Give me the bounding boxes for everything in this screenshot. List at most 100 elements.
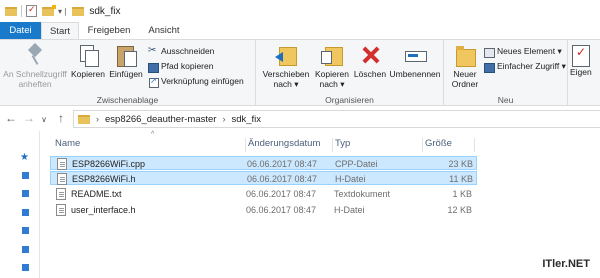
file-name: README.txt (71, 189, 122, 199)
shortcut-icon (148, 75, 159, 88)
copy-label: Kopieren (70, 69, 106, 79)
copy-button[interactable]: Kopieren (70, 43, 106, 79)
file-type: Textdokument (334, 189, 391, 199)
new-folder-label-line1: Neuer (453, 69, 477, 79)
quick-access-star-icon[interactable]: ★ (20, 152, 29, 163)
cut-label: Ausschneiden (161, 46, 215, 56)
easy-access-button[interactable]: Einfacher Zugriff ▾ (484, 61, 566, 73)
copy-to-label-line1: Kopieren (314, 69, 350, 79)
new-item-button[interactable]: Neues Element ▾ (484, 46, 562, 58)
recent-locations-chevron-icon[interactable]: ∨ (39, 114, 49, 126)
file-size: 11 KB (449, 174, 473, 184)
pin-label-line2: anheften (18, 79, 52, 89)
file-row[interactable]: ESP8266WiFi.cpp 06.06.2017 08:47 CPP-Dat… (50, 156, 477, 170)
breadcrumb-chevron-icon[interactable]: › (222, 114, 225, 124)
group-title-clipboard: Zwischenablage (96, 95, 159, 105)
new-item-icon (484, 47, 495, 58)
move-to-label-line2: nach ▾ (273, 79, 299, 89)
new-folder-button[interactable]: Neuer Ordner (448, 43, 482, 89)
file-row[interactable]: ESP8266WiFi.h 06.06.2017 08:47 H-Datei 1… (50, 171, 477, 185)
file-row[interactable]: README.txt 06.06.2017 08:47 Textdokument… (50, 187, 477, 201)
delete-label: Löschen (353, 69, 387, 79)
breadcrumb-segment[interactable]: esp8266_deauther-master (105, 114, 216, 125)
copy-to-button[interactable]: Kopieren nach ▾ (312, 43, 352, 89)
easy-access-icon (484, 62, 495, 73)
file-type: H-Datei (334, 205, 365, 215)
properties-icon[interactable] (26, 4, 37, 17)
group-title-new: Neu (497, 95, 514, 105)
file-name: user_interface.h (71, 205, 136, 215)
properties-button[interactable]: Eigen (570, 43, 600, 77)
cut-button[interactable]: Ausschneiden (148, 45, 215, 57)
pin-icon (24, 43, 46, 67)
nav-item-icon[interactable] (22, 264, 29, 271)
navigation-pane: ★ (0, 131, 40, 278)
easy-access-label: Einfacher Zugriff ▾ (497, 61, 566, 71)
new-folder-label-line2: Ordner (451, 79, 479, 89)
copy-path-label: Pfad kopieren (161, 61, 214, 71)
address-bar-row: ← → ∨ ↑ › esp8266_deauther-master › sdk_… (0, 106, 600, 131)
file-row[interactable]: user_interface.h 06.06.2017 08:47 H-Date… (50, 203, 477, 217)
nav-item-icon[interactable] (22, 190, 29, 197)
file-icon (56, 204, 66, 216)
tab-freigeben[interactable]: Freigeben (84, 22, 134, 39)
copy-path-button[interactable]: Pfad kopieren (148, 61, 214, 73)
sort-indicator-icon: ^ (151, 131, 155, 138)
address-bar[interactable]: › esp8266_deauther-master › sdk_fix (73, 110, 600, 128)
column-header-size[interactable]: Größe (423, 138, 475, 152)
file-type: H-Datei (335, 174, 366, 184)
ribbon-group-open: Eigen (568, 40, 600, 106)
group-title-organize: Organisieren (325, 95, 374, 105)
back-arrow-icon[interactable]: ← (4, 112, 18, 124)
pin-quick-access-button[interactable]: An Schnellzugriff anheften (2, 43, 68, 89)
file-date: 06.06.2017 08:47 (247, 159, 318, 169)
file-size: 12 KB (447, 205, 472, 215)
paste-label: Einfügen (109, 69, 143, 79)
ribbon-tabs: Datei Start Freigeben Ansicht (0, 22, 600, 40)
nav-item-icon[interactable] (22, 246, 29, 253)
title-bar: ▾ | sdk_fix (0, 0, 600, 22)
scissors-icon (148, 45, 158, 57)
ribbon: An Schnellzugriff anheften Kopieren Einf… (0, 39, 600, 106)
paste-shortcut-label: Verknüpfung einfügen (161, 76, 244, 86)
tab-datei[interactable]: Datei (0, 22, 41, 39)
move-to-label-line1: Verschieben (262, 69, 310, 79)
file-size: 1 KB (452, 189, 472, 199)
move-to-button[interactable]: Verschieben nach ▾ (260, 43, 312, 89)
ribbon-group-new: Neuer Ordner Neues Element ▾ Einfacher Z… (444, 40, 568, 106)
nav-item-icon[interactable] (22, 209, 29, 216)
file-name: ESP8266WiFi.h (72, 174, 136, 184)
folder-icon (72, 6, 85, 16)
quick-access-dropdown-icon[interactable]: ▾ | (58, 7, 66, 16)
ribbon-group-organize: Verschieben nach ▾ Kopieren nach ▾ Lösch… (256, 40, 444, 106)
new-folder-icon[interactable] (42, 4, 56, 16)
paste-icon (115, 43, 137, 67)
rename-label: Umbenennen (389, 69, 441, 79)
column-header-name[interactable]: Name (53, 138, 246, 152)
tab-ansicht[interactable]: Ansicht (144, 22, 184, 39)
move-to-icon (275, 43, 297, 67)
watermark: ITler.NET (542, 258, 590, 270)
nav-item-icon[interactable] (22, 172, 29, 179)
ribbon-group-clipboard: An Schnellzugriff anheften Kopieren Einf… (0, 40, 256, 106)
up-arrow-icon[interactable]: ↑ (54, 112, 68, 124)
forward-arrow-icon[interactable]: → (22, 112, 36, 124)
delete-button[interactable]: Löschen (353, 43, 387, 79)
file-icon (57, 158, 67, 170)
rename-button[interactable]: Umbenennen (388, 43, 442, 79)
column-header-row: ^ Name Änderungsdatum Typ Größe (41, 131, 600, 153)
paste-button[interactable]: Einfügen (108, 43, 144, 79)
column-header-date[interactable]: Änderungsdatum (246, 138, 333, 152)
breadcrumb-chevron-icon[interactable]: › (96, 114, 99, 124)
new-folder-icon (454, 43, 476, 67)
file-date: 06.06.2017 08:47 (246, 205, 317, 215)
copy-icon (77, 43, 99, 67)
nav-item-icon[interactable] (22, 227, 29, 234)
file-list: ^ Name Änderungsdatum Typ Größe ESP8266W… (41, 131, 600, 278)
column-header-type[interactable]: Typ (333, 138, 423, 152)
breadcrumb-segment[interactable]: sdk_fix (231, 114, 261, 125)
tab-start[interactable]: Start (41, 22, 79, 40)
paste-shortcut-button[interactable]: Verknüpfung einfügen (148, 75, 244, 88)
folder-icon (5, 6, 17, 16)
file-name: ESP8266WiFi.cpp (72, 159, 146, 169)
